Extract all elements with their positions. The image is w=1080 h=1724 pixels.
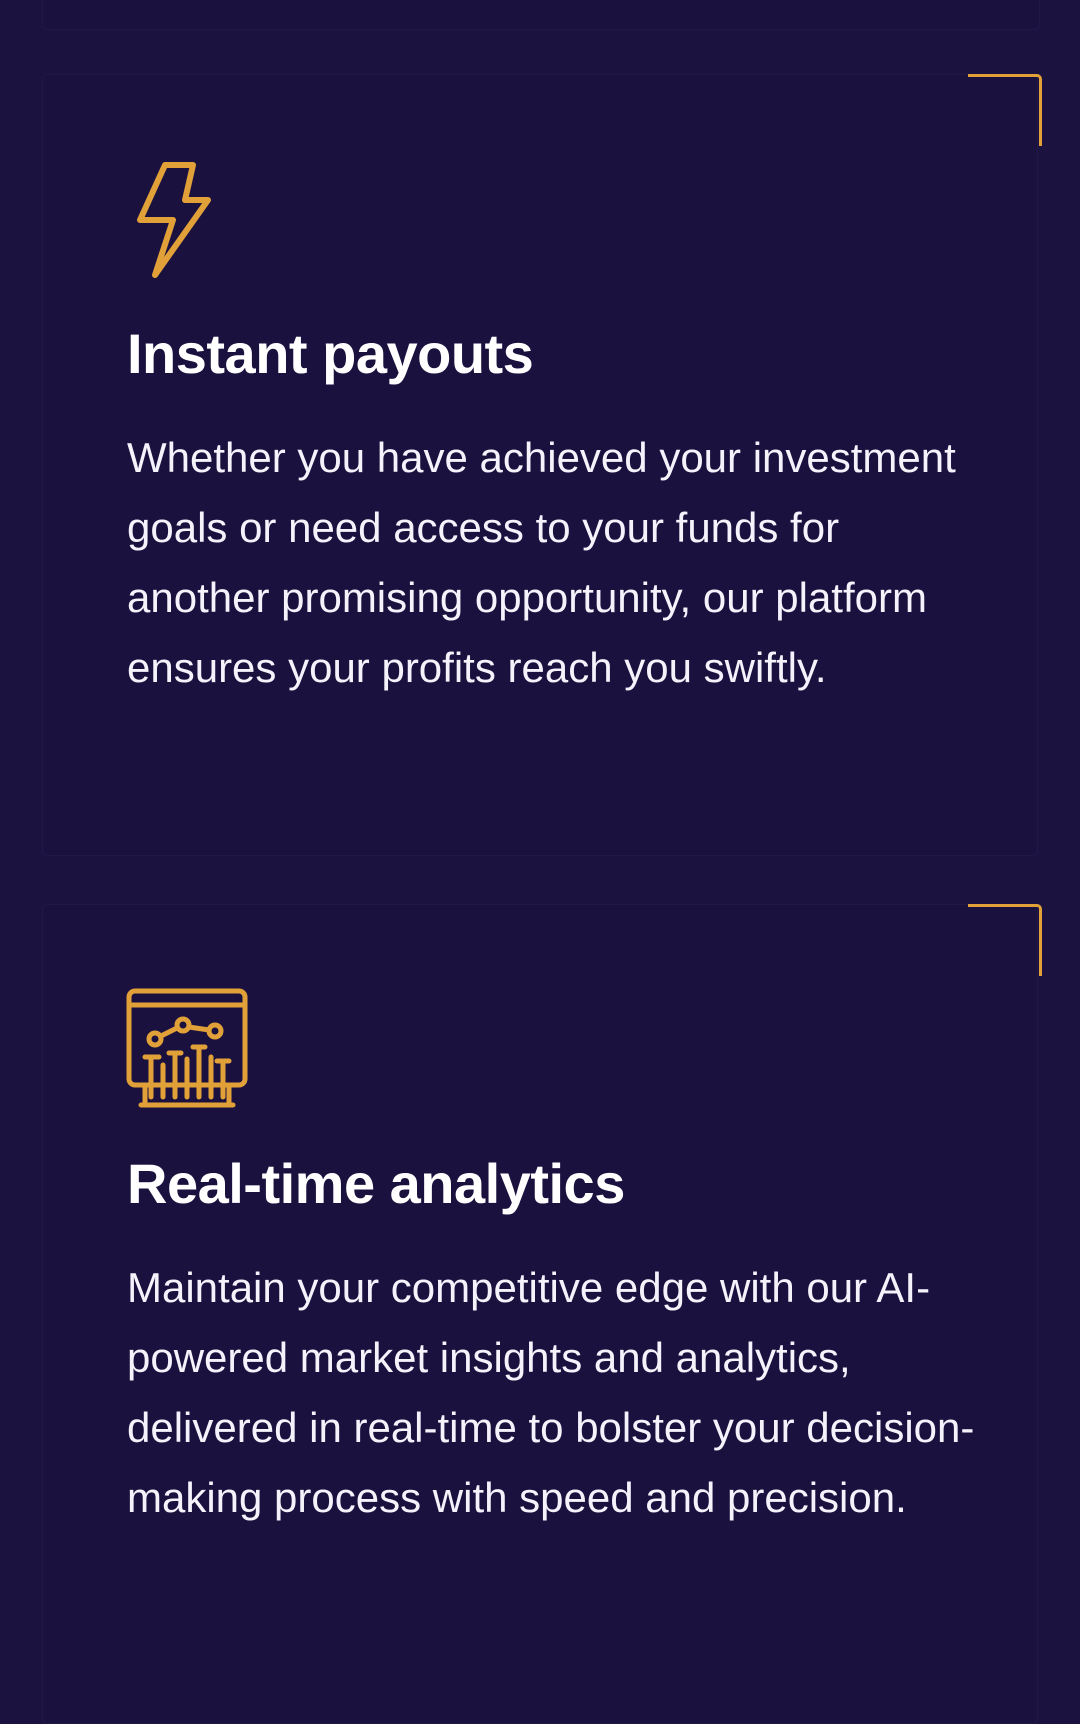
feature-description: Maintain your competitive edge with our … (127, 1264, 975, 1521)
card-corner-accent (968, 74, 1042, 146)
lightning-bolt-icon (125, 155, 215, 285)
feature-title: Instant payouts (127, 322, 534, 385)
feature-title: Real-time analytics (127, 1152, 625, 1215)
feature-card-real-time-analytics: Real-time analytics Maintain your compet… (42, 904, 1042, 1724)
analytics-dashboard-icon (125, 987, 249, 1111)
previous-feature-card (42, 0, 1040, 30)
feature-description: Whether you have achieved your investmen… (127, 434, 956, 691)
feature-card-instant-payouts: Instant payouts Whether you have achieve… (42, 74, 1042, 856)
card-corner-accent (968, 904, 1042, 976)
